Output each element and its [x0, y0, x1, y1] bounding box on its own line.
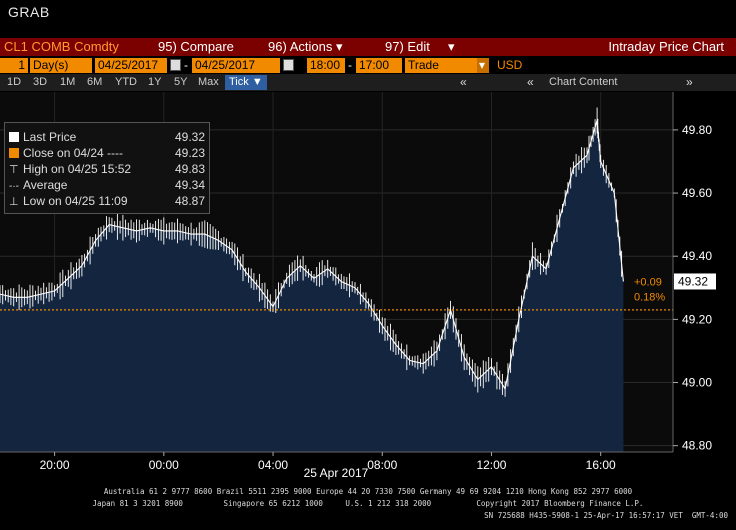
tick-chevron-icon: ▼	[251, 76, 263, 88]
range-ytd[interactable]: YTD	[115, 75, 137, 90]
collapse-icon[interactable]: «	[527, 75, 534, 90]
actions-number: 96)	[268, 39, 287, 54]
legend-value: 49.83	[174, 162, 205, 176]
low-marker-icon: ⊥	[9, 196, 19, 208]
range-5y[interactable]: 5Y	[174, 75, 187, 90]
y-tick-label: 48.80	[682, 439, 712, 453]
function-toolbar: CL1 COMB Comdty 95) Compare 96) Actions …	[0, 38, 736, 56]
legend-value: 48.87	[174, 194, 205, 208]
legend-close: Close on 04/24 ---- 49.23	[9, 145, 205, 161]
x-tick-label: 12:00	[476, 458, 506, 472]
y-tick-label: 49.40	[682, 249, 712, 263]
footer-contacts-1: Australia 61 2 9777 8600 Brazil 5511 239…	[103, 487, 633, 496]
y-tick-label: 49.80	[682, 123, 712, 137]
change-value: +0.09	[634, 276, 662, 288]
start-calendar-icon[interactable]	[170, 59, 181, 71]
x-tick-label: 04:00	[258, 458, 288, 472]
y-tick-label: 49.00	[682, 376, 712, 390]
range-6m[interactable]: 6M	[87, 75, 102, 90]
range-max[interactable]: Max	[198, 75, 219, 90]
event-dropdown-icon[interactable]: ▾	[477, 58, 489, 73]
parameters-bar: 1 Day(s) 04/25/2017 - 04/25/2017 18:00 -…	[0, 57, 736, 74]
start-time-field[interactable]: 18:00	[307, 58, 345, 73]
range-bar: 1D 3D 1M 6M YTD 1Y 5Y Max Tick ▼ « « Cha…	[0, 74, 736, 91]
last-price-badge: 49.32	[674, 273, 716, 290]
x-tick-label: 16:00	[586, 458, 616, 472]
end-calendar-icon[interactable]	[283, 59, 294, 71]
range-1d[interactable]: 1D	[7, 75, 21, 90]
footer-contacts-2: Japan 81 3 3201 8900 Singapore 65 6212 1…	[92, 499, 644, 508]
chart-content-button[interactable]: Chart Content	[537, 75, 617, 90]
legend-high: ⊤ High on 04/25 15:52 49.83	[9, 161, 205, 177]
legend-value: 49.34	[174, 178, 205, 192]
x-tick-label: 08:00	[367, 458, 397, 472]
edit-label: Edit	[407, 39, 430, 54]
time-separator: -	[348, 58, 352, 72]
tick-dropdown[interactable]: Tick ▼	[225, 75, 267, 90]
edit-number: 97)	[385, 39, 404, 54]
range-3d[interactable]: 3D	[33, 75, 47, 90]
compare-label: Compare	[180, 39, 234, 54]
chart-title: Intraday Price Chart	[608, 39, 724, 54]
legend-label: Close on 04/24 ----	[23, 146, 124, 160]
actions-dropdown-icon: ▾	[335, 39, 343, 54]
legend-value: 49.32	[174, 130, 205, 144]
legend-label: Low on 04/25 11:09	[23, 194, 128, 208]
end-time-field[interactable]: 17:00	[356, 58, 402, 73]
legend-close-swatch	[9, 148, 19, 158]
y-tick-label: 49.20	[682, 312, 712, 326]
legend-label: Average	[23, 178, 68, 192]
last-price-value: 49.32	[678, 274, 708, 288]
compare-number: 95)	[158, 39, 177, 54]
high-marker-icon: ⊤	[9, 164, 19, 176]
range-1m[interactable]: 1M	[60, 75, 75, 90]
window-title: GRAB	[8, 4, 50, 20]
actions-label: Actions	[289, 39, 333, 54]
y-tick-label: 49.60	[682, 186, 712, 200]
range-1y[interactable]: 1Y	[148, 75, 161, 90]
legend-low: ⊥ Low on 04/25 11:09 48.87	[9, 193, 205, 209]
compare-button[interactable]: 95) Compare	[158, 39, 234, 55]
x-tick-label: 20:00	[40, 458, 70, 472]
expand-right-icon[interactable]: »	[686, 75, 693, 90]
legend-last-swatch	[9, 132, 19, 142]
legend-average: -·- Average 49.34	[9, 177, 205, 193]
legend-value: 49.23	[174, 146, 205, 160]
change-percent: 0.18%	[634, 291, 665, 303]
legend-label: High on 04/25 15:52	[23, 162, 132, 176]
start-date-field[interactable]: 04/25/2017	[95, 58, 167, 73]
collapse-left-icon[interactable]: «	[460, 75, 467, 90]
edit-button[interactable]: 97) Edit	[385, 39, 430, 55]
x-axis-label: 25 Apr 2017	[304, 466, 369, 480]
end-date-field[interactable]: 04/25/2017	[192, 58, 280, 73]
chart-legend[interactable]: Last Price 49.32 Close on 04/24 ---- 49.23…	[4, 122, 210, 214]
ticker-field[interactable]: CL1 COMB Comdty	[0, 39, 149, 55]
edit-dropdown-icon[interactable]: ▾	[448, 39, 455, 55]
actions-button[interactable]: 96) Actions ▾	[268, 39, 343, 55]
x-tick-label: 00:00	[149, 458, 179, 472]
period-field[interactable]: 1	[0, 58, 28, 73]
legend-last-price: Last Price 49.32	[9, 129, 205, 145]
currency-label: USD	[497, 58, 523, 72]
tick-label: Tick	[229, 76, 249, 88]
legend-label: Last Price	[23, 130, 77, 144]
period-unit-select[interactable]: Day(s)	[30, 58, 92, 73]
date-separator: -	[184, 58, 188, 72]
footer-serial: SN 725688 H435-5908-1 25-Apr-17 16:57:17…	[484, 511, 728, 520]
event-select[interactable]: Trade	[405, 58, 477, 73]
